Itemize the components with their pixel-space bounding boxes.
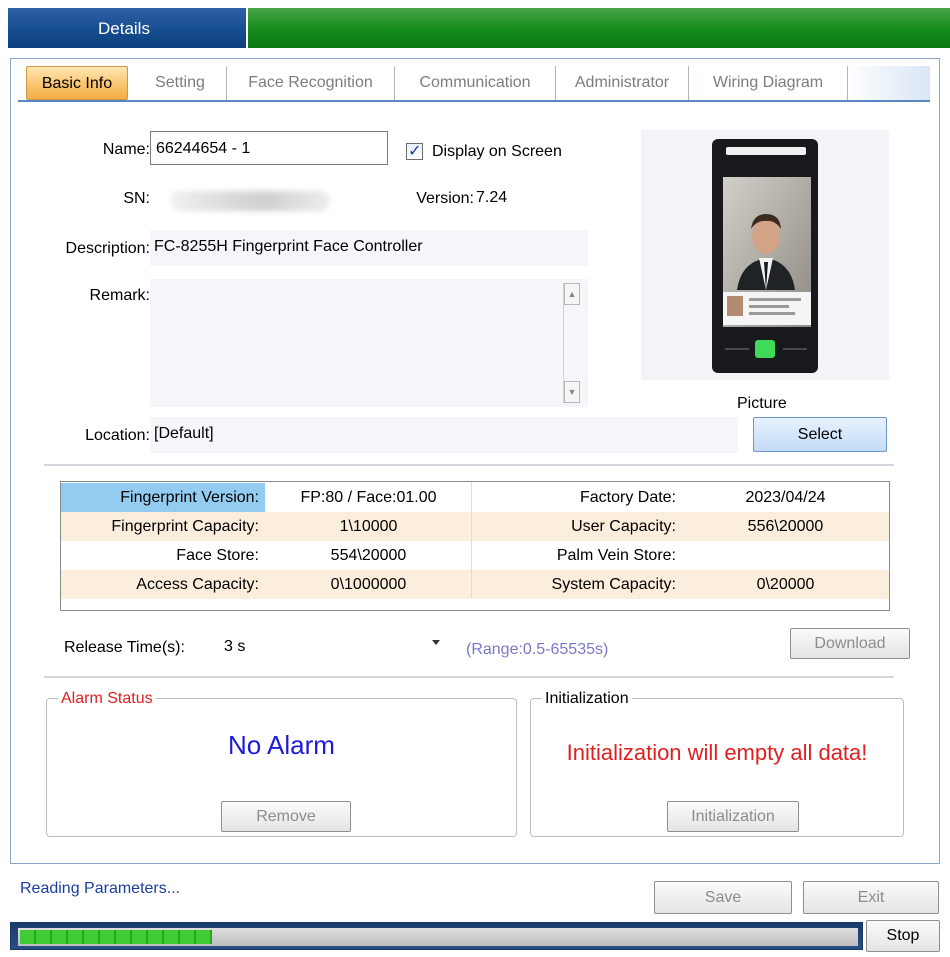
- sn-redacted: [170, 191, 330, 211]
- table-cell: FP:80 / Face:01.00: [300, 489, 437, 506]
- table-row: Access Capacity: 0\1000000 System Capaci…: [61, 570, 889, 599]
- remark-textarea[interactable]: ▲ ▼: [150, 279, 588, 407]
- tab-administrator[interactable]: Administrator: [556, 66, 689, 100]
- name-input[interactable]: 66244654 - 1: [150, 131, 388, 165]
- location-label: Location:: [85, 427, 150, 444]
- display-on-screen-checkbox[interactable]: ✓: [406, 143, 423, 160]
- progress-fill: [20, 930, 212, 944]
- divider: [44, 676, 894, 678]
- name-label: Name:: [102, 141, 150, 158]
- table-cell: 554\20000: [330, 547, 407, 564]
- release-time-select[interactable]: 3 s: [220, 630, 450, 664]
- alarm-status-text: No Alarm: [228, 730, 335, 760]
- table-cell: Palm Vein Store:: [556, 547, 676, 564]
- initialization-title: Initialization: [542, 690, 632, 708]
- table-cell: Access Capacity:: [136, 576, 259, 593]
- table-cell: 1\10000: [339, 518, 398, 535]
- table-cell: Fingerprint Capacity:: [111, 518, 259, 535]
- save-button[interactable]: Save: [654, 881, 792, 914]
- table-cell: 2023/04/24: [745, 489, 826, 506]
- release-time-value: 3 s: [224, 638, 246, 655]
- tab-wiring-diagram[interactable]: Wiring Diagram: [689, 66, 848, 100]
- check-icon: ✓: [408, 143, 422, 160]
- table-row: Fingerprint Capacity: 1\10000 User Capac…: [61, 512, 889, 541]
- tab-communication[interactable]: Communication: [395, 66, 556, 100]
- status-text: Reading Parameters...: [20, 880, 181, 897]
- remove-alarm-button[interactable]: Remove: [221, 801, 351, 832]
- picture-label: Picture: [737, 395, 787, 412]
- column-divider: [471, 482, 472, 598]
- initialization-button[interactable]: Initialization: [667, 801, 799, 832]
- tab-setting[interactable]: Setting: [134, 66, 227, 100]
- release-time-label: Release Time(s):: [64, 639, 185, 656]
- range-hint: (Range:0.5-65535s): [466, 641, 609, 658]
- version-label: Version:: [416, 190, 474, 207]
- title-bar-fill: [248, 8, 950, 48]
- display-on-screen-label: Display on Screen: [432, 143, 562, 160]
- table-row: Face Store: 554\20000 Palm Vein Store:: [61, 541, 889, 570]
- scroll-down-icon[interactable]: ▼: [564, 381, 580, 403]
- download-button[interactable]: Download: [790, 628, 910, 659]
- window-title: Details: [98, 19, 150, 38]
- table-row: Fingerprint Version: FP:80 / Face:01.00 …: [61, 483, 889, 512]
- table-cell: Fingerprint Version:: [61, 483, 265, 512]
- tab-bar-fade: [845, 66, 930, 100]
- initialization-warning: Initialization will empty all data!: [566, 740, 868, 765]
- table-cell: 556\20000: [747, 518, 824, 535]
- tab-basic-info[interactable]: Basic Info: [26, 66, 128, 100]
- description-label: Description:: [65, 240, 150, 257]
- description-input[interactable]: FC-8255H Fingerprint Face Controller: [150, 230, 588, 266]
- stop-button[interactable]: Stop: [866, 920, 940, 952]
- table-cell: 0\1000000: [330, 576, 407, 593]
- scroll-up-icon[interactable]: ▲: [564, 283, 580, 305]
- tab-bar: Basic Info Setting Face Recognition Comm…: [18, 66, 930, 100]
- table-cell: 0\20000: [756, 576, 815, 593]
- exit-button[interactable]: Exit: [803, 881, 939, 914]
- table-cell: Face Store:: [176, 547, 259, 564]
- sn-field[interactable]: [150, 181, 388, 219]
- chevron-down-icon[interactable]: [432, 640, 440, 645]
- device-info-table: Fingerprint Version: FP:80 / Face:01.00 …: [60, 481, 890, 611]
- sn-label: SN:: [123, 190, 150, 207]
- device-image: [712, 139, 818, 373]
- remark-label: Remark:: [89, 287, 150, 304]
- table-cell: System Capacity:: [551, 576, 676, 593]
- alarm-status-title: Alarm Status: [58, 690, 156, 708]
- tab-underline: [18, 100, 930, 102]
- window-title-tab: Details: [8, 8, 246, 48]
- table-cell: [683, 541, 888, 570]
- device-picture: [641, 130, 889, 380]
- table-cell: Factory Date:: [579, 489, 676, 506]
- location-input[interactable]: [Default]: [150, 417, 738, 453]
- remark-scrollbar[interactable]: ▲ ▼: [563, 283, 580, 403]
- version-field: 7.24: [474, 181, 588, 217]
- select-picture-button[interactable]: Select: [753, 417, 887, 452]
- tab-face-recognition[interactable]: Face Recognition: [227, 66, 395, 100]
- divider: [44, 464, 894, 466]
- table-cell: User Capacity:: [571, 518, 676, 535]
